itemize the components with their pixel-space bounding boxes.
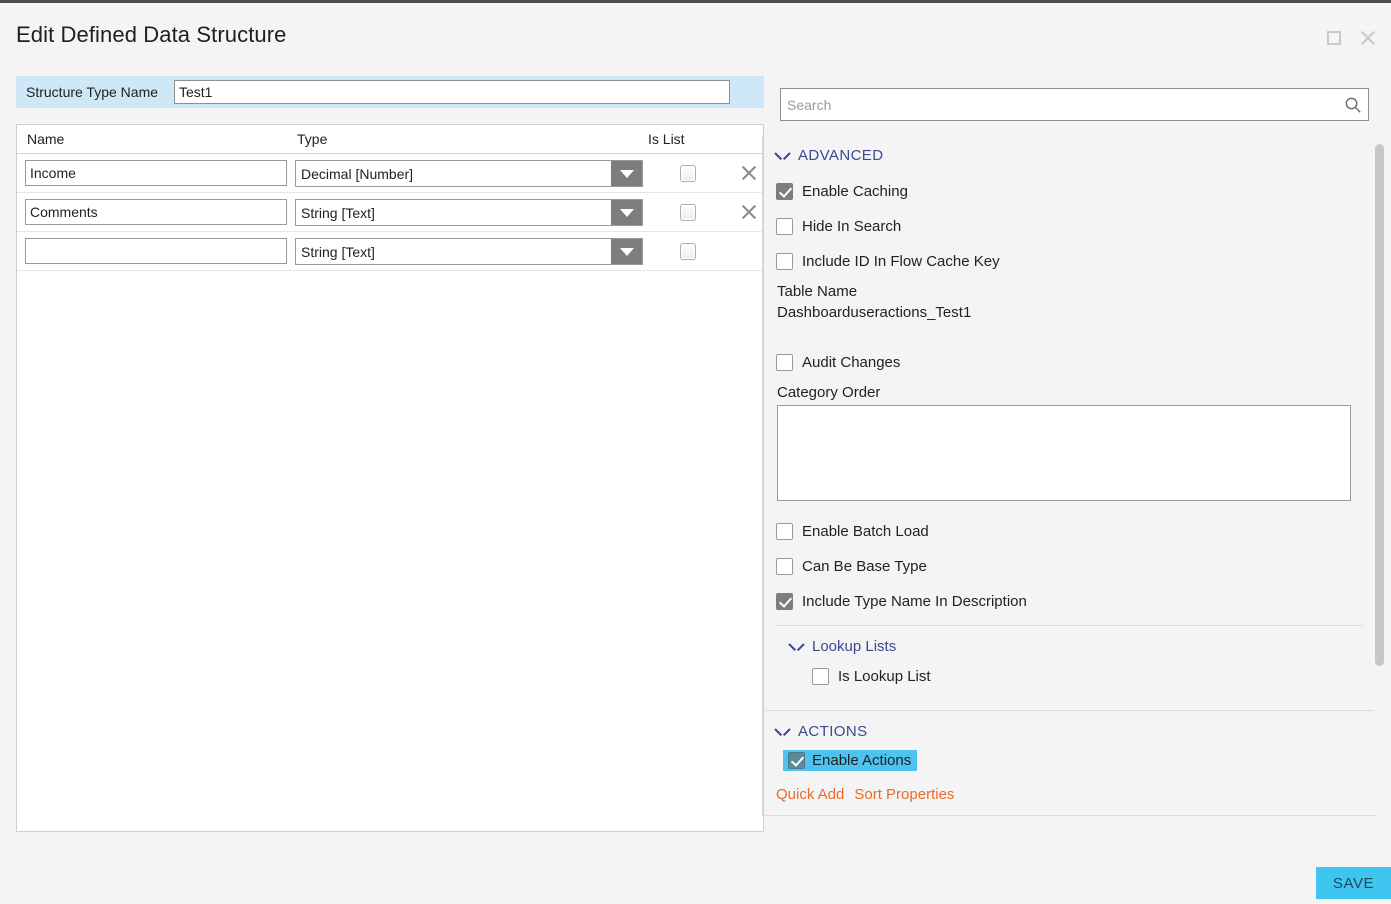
settings-sections: ADVANCED Enable Caching Hide In Search I… — [762, 135, 1376, 816]
search-box[interactable] — [780, 88, 1369, 121]
lookup-lists-subsection: Lookup Lists Is Lookup List — [776, 625, 1363, 694]
properties-grid: Name Type Is List Decimal [Number] Strin… — [16, 124, 764, 832]
structure-type-name-label: Structure Type Name — [26, 84, 159, 100]
actions-section-header[interactable]: ACTIONS — [763, 711, 1376, 750]
actions-section: ACTIONS Enable Actions Quick Add Sort Pr… — [763, 711, 1376, 816]
title-bar: Edit Defined Data Structure — [0, 3, 1391, 65]
chevron-down-icon[interactable] — [611, 200, 642, 225]
structure-type-name-input[interactable] — [174, 80, 730, 104]
category-order-textarea[interactable] — [777, 405, 1351, 501]
property-type-value: String [Text] — [301, 243, 375, 260]
is-list-checkbox[interactable] — [680, 243, 696, 260]
search-icon[interactable] — [1338, 91, 1368, 119]
left-panel: Structure Type Name Name Type Is List De… — [16, 76, 764, 832]
chevron-down-icon[interactable] — [611, 239, 642, 264]
enable-batch-load-row[interactable]: Enable Batch Load — [763, 514, 1376, 549]
audit-changes-row[interactable]: Audit Changes — [763, 345, 1376, 380]
include-id-in-flow-cache-key-row[interactable]: Include ID In Flow Cache Key — [763, 244, 1376, 279]
include-id-in-flow-cache-key-label: Include ID In Flow Cache Key — [802, 253, 1000, 270]
table-row: String [Text] — [17, 232, 763, 271]
remove-row-icon[interactable] — [740, 164, 758, 182]
maximize-icon[interactable] — [1327, 31, 1341, 45]
table-row: Decimal [Number] — [17, 154, 763, 193]
enable-batch-load-label: Enable Batch Load — [802, 523, 929, 540]
save-button[interactable]: SAVE — [1316, 867, 1391, 899]
table-name-label: Table Name — [777, 283, 858, 300]
include-type-name-in-description-label: Include Type Name In Description — [802, 593, 1027, 610]
is-list-checkbox[interactable] — [680, 204, 696, 221]
grid-header-row: Name Type Is List — [17, 125, 763, 154]
property-type-select[interactable]: String [Text] — [295, 238, 643, 265]
window-controls — [1327, 29, 1377, 47]
chevron-down-icon — [776, 152, 789, 160]
action-links: Quick Add Sort Properties — [763, 774, 1376, 815]
property-type-select[interactable]: Decimal [Number] — [295, 160, 643, 187]
column-header-is-list: Is List — [648, 131, 685, 147]
table-row: String [Text] — [17, 193, 763, 232]
page-title: Edit Defined Data Structure — [16, 22, 287, 47]
enable-actions-row[interactable]: Enable Actions — [783, 750, 918, 771]
right-panel-scrollbar-thumb[interactable] — [1375, 144, 1384, 666]
actions-section-title: ACTIONS — [798, 723, 868, 740]
include-type-name-in-description-row[interactable]: Include Type Name In Description — [763, 584, 1376, 619]
can-be-base-type-label: Can Be Base Type — [802, 558, 927, 575]
sort-properties-link[interactable]: Sort Properties — [854, 786, 954, 803]
column-header-type: Type — [297, 131, 328, 147]
structure-type-name-row: Structure Type Name — [16, 76, 764, 108]
audit-changes-checkbox[interactable] — [776, 354, 793, 371]
property-type-value: Decimal [Number] — [301, 165, 414, 182]
enable-actions-checkbox[interactable] — [788, 752, 805, 769]
quick-add-link[interactable]: Quick Add — [776, 786, 844, 803]
is-list-checkbox[interactable] — [680, 165, 696, 182]
hide-in-search-row[interactable]: Hide In Search — [763, 209, 1376, 244]
advanced-section: ADVANCED Enable Caching Hide In Search I… — [763, 135, 1376, 711]
is-lookup-list-checkbox[interactable] — [812, 668, 829, 685]
is-lookup-list-label: Is Lookup List — [838, 668, 931, 685]
advanced-section-title: ADVANCED — [798, 147, 884, 164]
column-header-name: Name — [27, 131, 65, 147]
chevron-down-icon — [790, 643, 803, 651]
advanced-section-header[interactable]: ADVANCED — [763, 135, 1376, 174]
table-name-value: Dashboarduseractions_Test1 — [777, 304, 972, 321]
edit-defined-data-structure-dialog: Edit Defined Data Structure Structure Ty… — [0, 0, 1391, 904]
property-name-input[interactable] — [25, 160, 287, 186]
hide-in-search-label: Hide In Search — [802, 218, 902, 235]
enable-actions-label: Enable Actions — [812, 752, 912, 769]
search-input[interactable] — [781, 95, 1338, 114]
property-type-value: String [Text] — [301, 204, 375, 221]
audit-changes-label: Audit Changes — [802, 354, 901, 371]
category-order-label: Category Order — [777, 384, 881, 401]
enable-caching-label: Enable Caching — [802, 183, 908, 200]
hide-in-search-checkbox[interactable] — [776, 218, 793, 235]
can-be-base-type-checkbox[interactable] — [776, 558, 793, 575]
include-id-in-flow-cache-key-checkbox[interactable] — [776, 253, 793, 270]
is-lookup-list-row[interactable]: Is Lookup List — [776, 659, 1363, 694]
remove-row-icon[interactable] — [740, 203, 758, 221]
lookup-lists-title: Lookup Lists — [812, 638, 897, 655]
enable-caching-row[interactable]: Enable Caching — [763, 174, 1376, 209]
property-type-select[interactable]: String [Text] — [295, 199, 643, 226]
enable-batch-load-checkbox[interactable] — [776, 523, 793, 540]
property-name-input[interactable] — [25, 199, 287, 225]
lookup-lists-header[interactable]: Lookup Lists — [776, 632, 1363, 659]
chevron-down-icon[interactable] — [611, 161, 642, 186]
enable-caching-checkbox[interactable] — [776, 183, 793, 200]
close-icon[interactable] — [1359, 29, 1377, 47]
chevron-down-icon — [776, 728, 789, 736]
include-type-name-in-description-checkbox[interactable] — [776, 593, 793, 610]
property-name-input[interactable] — [25, 238, 287, 264]
can-be-base-type-row[interactable]: Can Be Base Type — [763, 549, 1376, 584]
